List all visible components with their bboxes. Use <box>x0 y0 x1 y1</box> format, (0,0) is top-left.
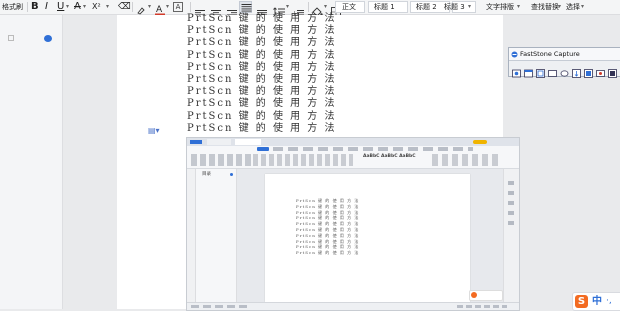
style-heading2-label: 标题 2 <box>416 3 437 11</box>
line-spacing-dropdown-icon[interactable]: ▾ <box>286 0 289 14</box>
capture-fixed-region-icon[interactable] <box>584 63 593 78</box>
font-color-dropdown-icon[interactable]: ▾ <box>166 0 169 14</box>
screenshot-style-preview: AaBbC AaBbC AaBbC <box>363 154 416 159</box>
divider <box>308 2 309 12</box>
screenshot-menu-tabs <box>273 147 473 151</box>
screenshot-document-line: PrtScn 键 的 使 用 方 法 <box>296 238 360 244</box>
underline-button[interactable]: U <box>57 0 64 14</box>
screenshot-document-line: PrtScn 键 的 使 用 方 法 <box>296 244 360 250</box>
document-line[interactable]: PrtScn 键 的 使 用 方 法 <box>187 62 337 74</box>
font-color-icon[interactable]: A <box>155 1 165 16</box>
screenshot-nav-eye-icon <box>230 173 233 176</box>
screenshot-document-line: PrtScn 键 的 使 用 方 法 <box>296 209 360 215</box>
faststone-capture-window[interactable]: FastStone Capture <box>508 47 620 78</box>
document-line[interactable]: PrtScn 键 的 使 用 方 法 <box>187 50 337 62</box>
style-heading1-label: 标题 1 <box>374 3 395 11</box>
left-navigation-pane <box>0 15 63 309</box>
ime-punct-toggle[interactable]: ·, <box>606 294 612 309</box>
select-button[interactable]: 选择 <box>566 2 580 12</box>
screenshot-ime-logo <box>471 292 477 298</box>
char-border-icon[interactable]: A <box>173 2 183 12</box>
screenshot-document-line: PrtScn 键 的 使 用 方 法 <box>296 198 360 203</box>
document-line[interactable]: PrtScn 键 的 使 用 方 法 <box>187 37 337 49</box>
divider <box>190 2 191 12</box>
ime-toolbar[interactable]: S 中 ·, <box>572 292 620 311</box>
screenshot-status-left <box>191 305 251 308</box>
screenshot-document-line: PrtScn 键 的 使 用 方 法 <box>296 227 360 232</box>
capture-video-icon[interactable] <box>596 63 605 77</box>
screenshot-nav-title: 目录 <box>202 172 211 177</box>
screenshot-start-tab <box>257 147 269 151</box>
screenshot-document-line: PrtScn 键 的 使 用 方 法 <box>296 203 360 209</box>
document-line[interactable]: PrtScn 键 的 使 用 方 法 <box>187 111 337 123</box>
underline-dropdown-icon[interactable]: ▾ <box>66 0 69 14</box>
screenshot-tab-active <box>235 139 261 145</box>
screenshot-document-line: PrtScn 键 的 使 用 方 法 <box>296 232 360 238</box>
document-line[interactable]: PrtScn 键 的 使 用 方 法 <box>187 86 337 98</box>
capture-fullscreen-icon[interactable] <box>560 63 569 77</box>
pasted-screenshot-image[interactable]: AaBbC AaBbC AaBbC 目录 PrtScn 键 的 使 用 方 法P… <box>186 137 520 311</box>
find-replace-dropdown-icon[interactable]: ▾ <box>558 0 561 14</box>
find-replace-button[interactable]: 查找替换 <box>531 2 559 12</box>
strikethrough-button[interactable]: A <box>74 0 81 14</box>
eye-icon[interactable] <box>44 35 52 42</box>
strike-dropdown-icon[interactable]: ▾ <box>83 0 86 14</box>
super-dropdown-icon[interactable]: ▾ <box>106 0 109 14</box>
superscript-button[interactable]: X² <box>92 0 101 14</box>
text-layout-button[interactable]: 文字排版 <box>486 2 514 12</box>
screenshot-document-line: PrtScn 键 的 使 用 方 法 <box>296 215 360 221</box>
capture-titlebar[interactable]: FastStone Capture <box>509 48 620 61</box>
style-heading3-label: 标题 3 <box>444 3 465 11</box>
screenshot-status-bar <box>187 302 519 310</box>
format-painter-button[interactable]: 格式刷 <box>2 0 23 14</box>
screenshot-tab-bar <box>187 138 519 146</box>
document-line[interactable]: PrtScn 键 的 使 用 方 法 <box>187 74 337 86</box>
style-normal-label: 正文 <box>342 3 356 11</box>
shading-dropdown-icon[interactable]: ▾ <box>324 0 327 14</box>
expand-icon[interactable] <box>8 35 14 41</box>
screenshot-document-line: PrtScn 键 的 使 用 方 法 <box>296 221 360 227</box>
divider <box>27 2 28 12</box>
screenshot-left-strip <box>187 169 196 302</box>
text-layout-dropdown-icon[interactable]: ▾ <box>517 0 520 14</box>
screenshot-app-logo <box>190 140 202 144</box>
styles-dropdown-icon[interactable]: ▾ <box>468 0 471 14</box>
screenshot-document-line: PrtScn 键 的 使 用 方 法 <box>296 250 360 256</box>
screenshot-ime-bar <box>469 290 503 301</box>
capture-window-icon[interactable] <box>524 63 533 78</box>
screenshot-font-group <box>253 154 353 166</box>
capture-rectangle-icon[interactable] <box>536 63 545 78</box>
divider <box>132 2 133 12</box>
screenshot-right-toolbar <box>503 169 519 302</box>
capture-logo-icon <box>511 50 518 58</box>
capture-title: FastStone Capture <box>520 50 580 58</box>
screenshot-tab <box>207 139 231 145</box>
document-line[interactable]: PrtScn 键 的 使 用 方 法 <box>187 123 337 135</box>
capture-active-window-icon[interactable] <box>512 63 521 78</box>
screenshot-zoom-controls <box>457 305 507 308</box>
highlight-dropdown-icon[interactable]: ▾ <box>148 0 151 14</box>
screenshot-side-tools <box>508 181 514 231</box>
capture-output-icon[interactable] <box>608 63 617 78</box>
screenshot-badge <box>473 140 487 144</box>
ime-mode-toggle[interactable]: 中 <box>592 294 602 309</box>
screenshot-tools-group <box>432 154 500 166</box>
capture-scrolling-icon[interactable] <box>572 63 581 78</box>
document-line[interactable]: PrtScn 键 的 使 用 方 法 <box>187 13 337 25</box>
document-line[interactable]: PrtScn 键 的 使 用 方 法 <box>187 98 337 110</box>
highlight-icon[interactable] <box>136 2 147 17</box>
document-line[interactable]: PrtScn 键 的 使 用 方 法 <box>187 25 337 37</box>
paragraph-handle-icon[interactable]: ▤▾ <box>148 126 160 135</box>
screenshot-ribbon: AaBbC AaBbC AaBbC <box>187 146 519 169</box>
italic-button[interactable]: I <box>45 0 48 14</box>
capture-freehand-icon[interactable] <box>548 63 557 77</box>
select-dropdown-icon[interactable]: ▾ <box>581 0 584 14</box>
justify-button[interactable] <box>239 1 252 13</box>
clear-format-icon[interactable]: ⌫ <box>118 0 131 14</box>
screenshot-nav-pane: 目录 <box>196 169 237 302</box>
screenshot-clipboard-group <box>191 154 251 166</box>
bold-button[interactable]: B <box>31 0 39 14</box>
sogou-logo-icon[interactable]: S <box>575 295 588 308</box>
